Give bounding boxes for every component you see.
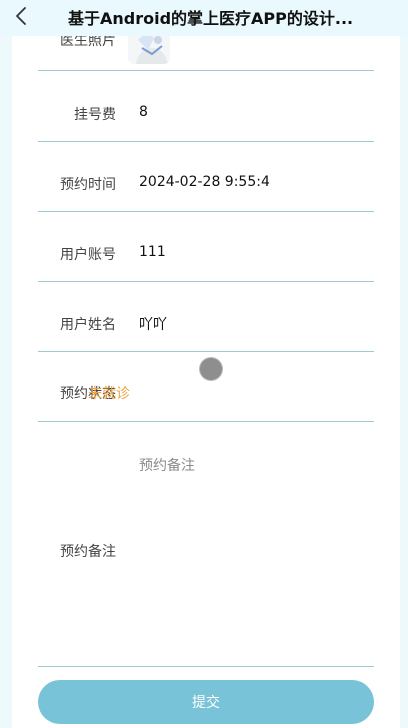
page-title: 基于Android的掌上医疗APP的设计... bbox=[68, 9, 354, 28]
app-header: 基于Android的掌上医疗APP的设计... bbox=[0, 0, 408, 36]
time-value: 2024-02-28 9:55:4 bbox=[139, 174, 270, 190]
name-value: 吖吖 bbox=[139, 317, 167, 333]
time-row: 预约时间 2024-02-28 9:55:4 bbox=[38, 141, 374, 212]
back-button[interactable] bbox=[10, 4, 34, 28]
fee-value: 8 bbox=[139, 104, 148, 120]
fee-row: 挂号费 8 bbox=[38, 71, 374, 142]
chevron-left-icon bbox=[16, 7, 26, 25]
account-value: 111 bbox=[139, 244, 166, 260]
status-value: 未就诊 bbox=[88, 386, 130, 402]
touch-indicator bbox=[200, 358, 222, 380]
account-label: 用户账号 bbox=[60, 247, 116, 263]
name-row: 用户姓名 吖吖 bbox=[38, 281, 374, 352]
fee-label: 挂号费 bbox=[74, 107, 116, 123]
submit-button[interactable]: 提交 bbox=[38, 680, 374, 724]
note-label: 预约备注 bbox=[60, 544, 116, 560]
note-placeholder: 预约备注 bbox=[139, 458, 195, 474]
name-label: 用户姓名 bbox=[60, 317, 116, 333]
account-row: 用户账号 111 bbox=[38, 211, 374, 282]
time-label: 预约时间 bbox=[60, 177, 116, 193]
